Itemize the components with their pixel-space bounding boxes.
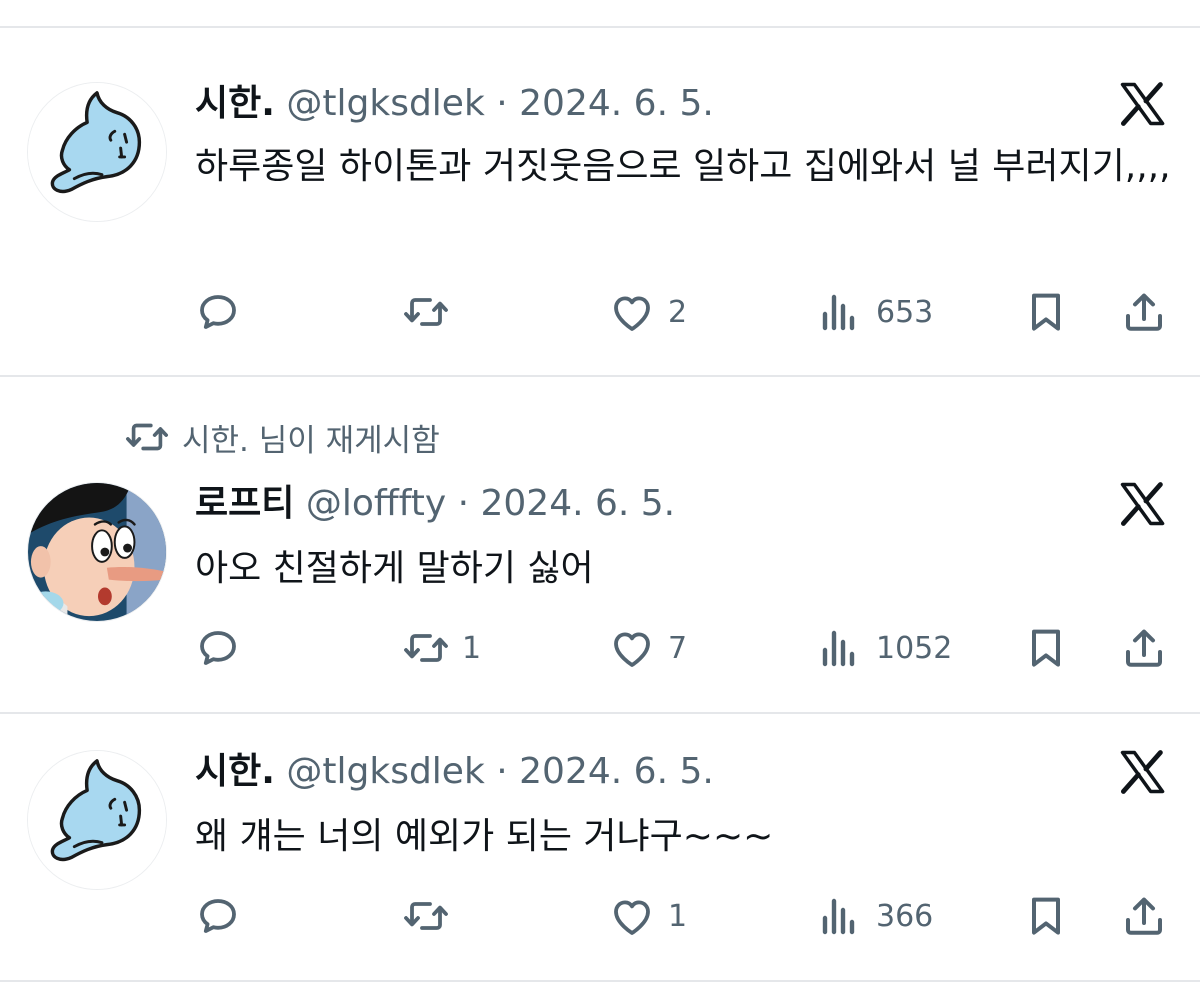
retweet-arrows-icon — [402, 624, 450, 672]
user-handle[interactable]: @tlgksdlek — [286, 751, 484, 792]
user-handle[interactable]: @lofffty — [306, 483, 446, 524]
speech-bubble-icon — [194, 288, 242, 336]
tweet-text: 하루종일 하이톤과 거짓웃음으로 일하고 집에와서 널 부러지기,,,, — [195, 146, 1171, 187]
tweet-actions: 1 366 — [0, 892, 1200, 942]
like-button[interactable]: 1 — [608, 892, 687, 940]
bookmark-icon — [1022, 624, 1070, 672]
retweet-note-text: 시한. 님이 재게시함 — [182, 422, 440, 459]
bookmark-button[interactable] — [1022, 624, 1070, 672]
bookmark-button[interactable] — [1022, 892, 1070, 940]
bar-chart-icon — [816, 624, 864, 672]
bar-chart-icon — [816, 288, 864, 336]
share-button[interactable] — [1120, 892, 1168, 940]
retweet-button[interactable] — [402, 288, 462, 336]
bookmark-button[interactable] — [1022, 288, 1070, 336]
user-handle[interactable]: @tlgksdlek — [286, 83, 484, 124]
avatar[interactable] — [27, 750, 167, 890]
share-upload-icon — [1120, 288, 1168, 336]
tweet-header: 시한. @tlgksdlek · 2024. 6. 5. — [195, 750, 714, 794]
like-count: 7 — [668, 630, 688, 666]
divider — [0, 712, 1200, 714]
reply-button[interactable] — [194, 892, 254, 940]
like-count: 1 — [668, 898, 688, 934]
like-count: 2 — [668, 294, 688, 330]
retweet-count: 1 — [462, 630, 482, 666]
divider — [0, 980, 1200, 982]
views-count: 1052 — [876, 630, 953, 666]
display-name[interactable]: 로프티 — [195, 483, 294, 524]
tweet-date[interactable]: 2024. 6. 5. — [519, 751, 714, 792]
tweet-text: 왜 걔는 너의 예외가 되는 거냐구~~~ — [195, 816, 774, 857]
heart-icon — [608, 288, 656, 336]
retweet-arrows-icon — [124, 414, 170, 460]
x-logo-icon[interactable] — [1116, 78, 1168, 130]
reply-button[interactable] — [194, 288, 254, 336]
views-button[interactable]: 366 — [816, 892, 933, 940]
avatar[interactable] — [27, 82, 167, 222]
like-button[interactable]: 7 — [608, 624, 687, 672]
views-button[interactable]: 1052 — [816, 624, 952, 672]
divider — [0, 26, 1200, 28]
speech-bubble-icon — [194, 624, 242, 672]
tweet-header: 로프티 @lofffty · 2024. 6. 5. — [195, 482, 675, 526]
ghost-avatar-image — [28, 83, 166, 221]
bookmark-icon — [1022, 892, 1070, 940]
retweet-arrows-icon — [402, 288, 450, 336]
reply-button[interactable] — [194, 624, 254, 672]
tweet-header: 시한. @tlgksdlek · 2024. 6. 5. — [195, 82, 714, 126]
tweet-actions: 2 653 — [0, 288, 1200, 338]
share-button[interactable] — [1120, 288, 1168, 336]
share-upload-icon — [1120, 892, 1168, 940]
bar-chart-icon — [816, 892, 864, 940]
retweet-button[interactable] — [402, 892, 462, 940]
divider — [0, 375, 1200, 377]
heart-icon — [608, 892, 656, 940]
ghost-avatar-image — [28, 751, 166, 889]
views-button[interactable]: 653 — [816, 288, 933, 336]
separator: · — [457, 483, 470, 524]
retweet-arrows-icon — [402, 892, 450, 940]
views-count: 366 — [876, 898, 934, 934]
avatar[interactable] — [27, 482, 167, 622]
pinocchio-avatar-image — [28, 483, 166, 621]
display-name[interactable]: 시한. — [195, 83, 275, 124]
x-logo-icon[interactable] — [1116, 746, 1168, 798]
tweet-date[interactable]: 2024. 6. 5. — [519, 83, 714, 124]
x-logo-icon[interactable] — [1116, 478, 1168, 530]
tweet-actions: 1 7 1052 — [0, 624, 1200, 674]
retweet-button[interactable]: 1 — [402, 624, 481, 672]
separator: · — [496, 751, 508, 792]
tweet-text: 아오 친절하게 말하기 싫어 — [195, 548, 594, 589]
share-button[interactable] — [1120, 624, 1168, 672]
separator: · — [496, 83, 508, 124]
speech-bubble-icon — [194, 892, 242, 940]
views-count: 653 — [876, 294, 934, 330]
display-name[interactable]: 시한. — [195, 751, 275, 792]
bookmark-icon — [1022, 288, 1070, 336]
tweet-date[interactable]: 2024. 6. 5. — [480, 483, 675, 524]
share-upload-icon — [1120, 624, 1168, 672]
retweet-note[interactable]: 시한. 님이 재게시함 — [124, 414, 440, 460]
heart-icon — [608, 624, 656, 672]
like-button[interactable]: 2 — [608, 288, 687, 336]
